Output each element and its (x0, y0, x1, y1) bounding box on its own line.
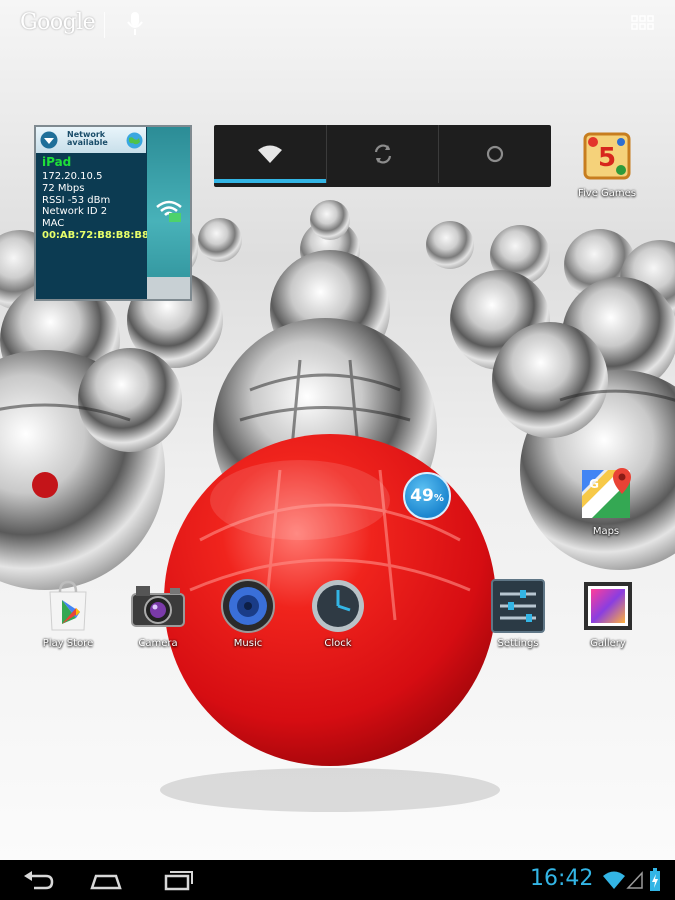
wifi-icon (258, 145, 282, 163)
gallery-label: Gallery (590, 638, 626, 649)
network-widget-header: Network available (36, 127, 146, 153)
network-speed: 72 Mbps (42, 182, 85, 194)
app-gallery[interactable]: Gallery (568, 578, 648, 668)
network-widget-side-panel[interactable] (147, 127, 190, 299)
app-play-store[interactable]: Play Store (28, 578, 108, 668)
app-five-games[interactable]: 5 Five Games (567, 128, 647, 218)
app-clock[interactable]: Clock (298, 578, 378, 668)
google-search-logo[interactable]: Google (20, 10, 96, 35)
settings-label: Settings (497, 638, 539, 649)
recent-apps-icon[interactable] (158, 866, 194, 894)
app-music[interactable]: Music (208, 578, 288, 668)
svg-text:G: G (589, 477, 599, 491)
camera-icon (131, 586, 185, 627)
maps-label: Maps (592, 526, 620, 537)
battery-percent-unit: % (433, 493, 444, 504)
search-bar: Google (0, 0, 675, 52)
clock-icon (312, 580, 364, 632)
app-settings[interactable]: Settings (478, 578, 558, 668)
network-ssid: iPad (42, 155, 72, 169)
maps-icon: G (582, 468, 631, 518)
network-id: Network ID 2 (42, 206, 108, 218)
network-ip: 172.20.10.5 (42, 171, 103, 182)
home-icon[interactable] (88, 866, 124, 894)
cell-signal-icon (626, 871, 643, 889)
wifi-lock-icon (156, 200, 182, 222)
apps-grid-icon[interactable] (631, 15, 655, 35)
gallery-icon (584, 582, 632, 630)
network-mac-value: 00:AB:72:B8:B8:B8 (42, 229, 149, 241)
music-icon (221, 579, 275, 633)
battery-percent-value: 49 (410, 486, 434, 506)
mic-icon[interactable] (125, 10, 145, 38)
network-mac-label: MAC (42, 218, 65, 230)
navigation-bar: 16:42 (0, 860, 675, 900)
network-rssi: RSSI -53 dBm (42, 194, 111, 206)
network-status-text: Network available (67, 130, 108, 147)
network-info-widget[interactable]: Network available iPad 172.20.10.5 72 Mb… (34, 125, 192, 301)
settings-icon (491, 579, 545, 633)
brightness-icon (486, 145, 504, 163)
five-games-icon: 5 (583, 132, 631, 180)
search-divider (104, 12, 105, 38)
app-maps[interactable]: G Maps (566, 466, 646, 556)
status-time: 16:42 (530, 866, 594, 891)
back-icon[interactable] (20, 866, 56, 894)
wifi-status-icon (40, 131, 58, 149)
battery-percent-widget[interactable]: 49% (403, 472, 451, 520)
clock-label: Clock (324, 638, 352, 649)
play-store-icon (49, 580, 87, 631)
wifi-signal-icon (603, 871, 625, 889)
wifi-toggle[interactable] (214, 125, 326, 183)
wifi-toggle-indicator (214, 179, 326, 183)
music-label: Music (233, 638, 263, 649)
sync-toggle[interactable] (326, 125, 439, 183)
brightness-toggle[interactable] (438, 125, 551, 183)
network-details: 172.20.10.5 72 Mbps RSSI -53 dBm Network… (42, 171, 150, 242)
play-store-label: Play Store (42, 638, 94, 649)
battery-icon (650, 868, 660, 891)
quick-toggle-widget (214, 125, 551, 187)
sync-icon (374, 144, 392, 164)
network-widget-footer (147, 277, 190, 299)
app-camera[interactable]: Camera (118, 578, 198, 668)
globe-icon (126, 132, 143, 149)
camera-label: Camera (138, 638, 178, 649)
five-games-label: Five Games (577, 188, 637, 199)
svg-text:5: 5 (598, 143, 616, 173)
